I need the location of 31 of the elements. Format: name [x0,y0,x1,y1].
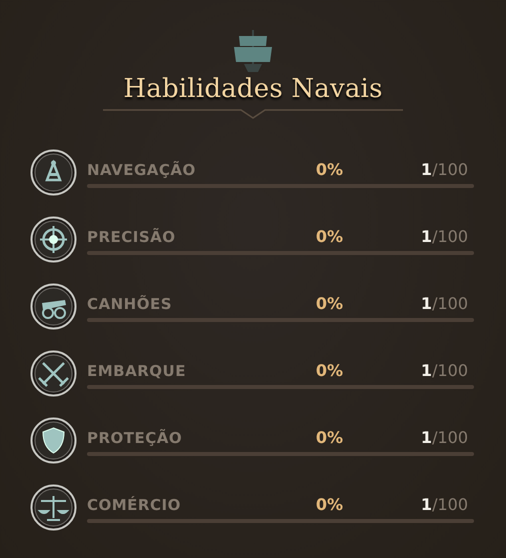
skill-name: PROTEÇÃO [87,429,184,447]
skill-percent: 0% [316,160,344,179]
crosshair-icon [30,216,77,262]
skill-level: 1 [420,495,432,514]
skill-max-level: /100 [432,361,468,380]
sextant-icon [30,148,77,196]
skill-percent: 0% [316,428,344,447]
skill-name: EMBARQUE [87,362,187,380]
skill-level: 1 [420,361,432,380]
skill-percent: 0% [316,294,344,313]
skill-level: 1 [420,227,432,246]
skill-name: COMÉRCIO [87,496,182,514]
skill-level: 1 [420,160,432,179]
scales-icon [30,484,77,530]
cannon-icon [30,282,77,330]
skill-max-level: /100 [432,428,468,447]
skill-name: CANHÕES [87,295,174,313]
crossed-swords-icon [30,350,77,396]
skill-max-level: /100 [432,160,468,179]
skill-level: 1 [420,428,432,447]
skill-max-level: /100 [432,294,468,313]
panel-title: Habilidades Navais [123,74,383,104]
skill-percent: 0% [316,227,344,246]
skill-max-level: /100 [432,227,468,246]
shield-icon [30,416,77,464]
skill-level: 1 [420,294,432,313]
skill-percent: 0% [316,495,344,514]
skill-percent: 0% [316,361,344,380]
skill-max-level: /100 [432,495,468,514]
skill-name: NAVEGAÇÃO [87,161,197,179]
skill-name: PRECISÃO [87,228,177,246]
